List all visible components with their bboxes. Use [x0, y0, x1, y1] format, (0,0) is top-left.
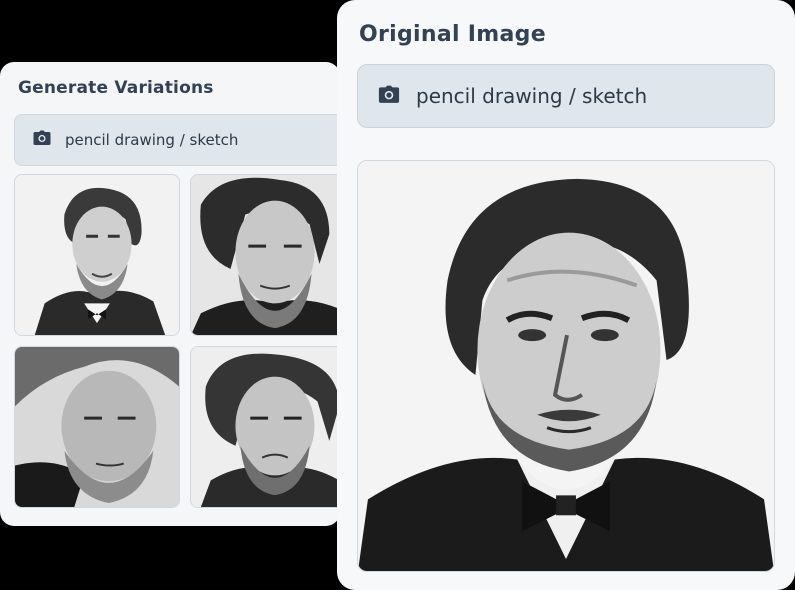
variation-thumbnail-3[interactable] — [14, 346, 180, 508]
original-image-panel: Original Image pencil drawing / sketch — [337, 0, 795, 590]
variations-panel: Generate Variations pencil drawing / ske… — [0, 62, 356, 526]
variation-thumbnail-1[interactable] — [14, 174, 180, 336]
variations-title: Generate Variations — [18, 78, 214, 98]
original-prompt-field[interactable]: pencil drawing / sketch — [357, 64, 775, 128]
original-image-title: Original Image — [359, 22, 546, 47]
variation-thumbnail-2[interactable] — [190, 174, 356, 336]
app-canvas: Generate Variations pencil drawing / ske… — [0, 0, 795, 590]
variations-prompt-text: pencil drawing / sketch — [65, 131, 239, 149]
camera-icon — [33, 130, 51, 150]
original-image — [357, 160, 775, 572]
camera-icon — [378, 85, 400, 108]
variations-prompt-field[interactable]: pencil drawing / sketch — [14, 114, 354, 166]
variation-thumbnail-4[interactable] — [190, 346, 356, 508]
original-prompt-text: pencil drawing / sketch — [416, 84, 648, 108]
